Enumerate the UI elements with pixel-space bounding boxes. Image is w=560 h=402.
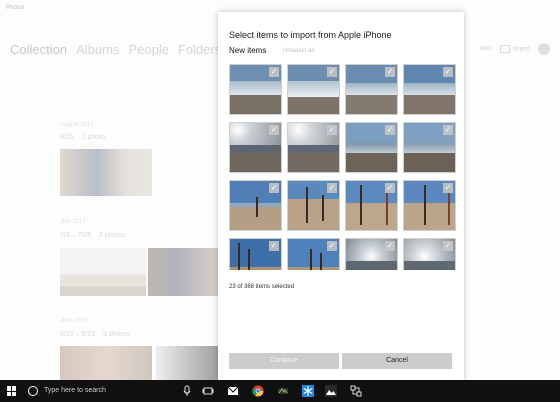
checkmark-icon[interactable]: ✓ [443,241,453,251]
import-photo-item[interactable]: ✓ [403,64,456,115]
cancel-button[interactable]: Cancel [342,353,452,369]
import-photo-item[interactable]: ✓ [287,238,340,270]
checkmark-icon[interactable]: ✓ [269,125,279,135]
import-photo-item[interactable]: ✓ [403,238,456,270]
import-photo-item[interactable]: ✓ [229,180,282,231]
import-photo-item[interactable]: ✓ [287,122,340,173]
import-photo-grid: ✓ ✓ ✓ ✓ ✓ ✓ ✓ ✓ ✓ ✓ ✓ ✓ ✓ ✓ ✓ ✓ [229,64,458,270]
checkmark-icon[interactable]: ✓ [269,183,279,193]
import-photo-item[interactable]: ✓ [345,64,398,115]
import-photo-item[interactable]: ✓ [345,180,398,231]
checkmark-icon[interactable]: ✓ [385,67,395,77]
checkmark-icon[interactable]: ✓ [327,67,337,77]
import-photo-item[interactable]: ✓ [345,238,398,270]
import-photo-item[interactable]: ✓ [345,122,398,173]
dialog-title: Select items to import from Apple iPhone [229,30,392,40]
import-photo-item[interactable]: ✓ [403,122,456,173]
import-photo-item[interactable]: ✓ [229,238,282,270]
checkmark-icon[interactable]: ✓ [385,125,395,135]
import-dialog: Select items to import from Apple iPhone… [218,12,464,380]
unselect-all-link[interactable]: Unselect all [283,48,314,54]
import-photo-item[interactable]: ✓ [287,64,340,115]
new-items-heading: New items [229,46,267,55]
app-icon[interactable] [277,385,289,397]
checkmark-icon[interactable]: ✓ [385,183,395,193]
windows-start-icon[interactable] [7,386,17,396]
checkmark-icon[interactable]: ✓ [269,67,279,77]
taskbar: Type here to search [0,380,560,402]
checkmark-icon[interactable]: ✓ [443,67,453,77]
import-photo-item[interactable]: ✓ [229,122,282,173]
checkmark-icon[interactable]: ✓ [327,183,337,193]
continue-button[interactable]: Continue [229,353,339,369]
snowflake-icon[interactable] [302,385,314,397]
checkmark-icon[interactable]: ✓ [385,241,395,251]
mail-icon[interactable] [227,385,239,397]
task-view-icon[interactable] [202,385,214,397]
microphone-icon[interactable] [181,385,193,397]
import-photo-item[interactable]: ✓ [287,180,340,231]
checkmark-icon[interactable]: ✓ [269,241,279,251]
checkmark-icon[interactable]: ✓ [443,183,453,193]
checkmark-icon[interactable]: ✓ [327,241,337,251]
import-photo-item[interactable]: ✓ [403,180,456,231]
import-photo-item[interactable]: ✓ [229,64,282,115]
network-icon[interactable] [350,385,362,397]
taskbar-search-input[interactable]: Type here to search [44,387,106,394]
selected-count: 23 of 368 items selected [229,284,295,290]
checkmark-icon[interactable]: ✓ [443,125,453,135]
cortana-icon[interactable] [28,386,38,396]
chrome-icon[interactable] [252,385,264,397]
checkmark-icon[interactable]: ✓ [327,125,337,135]
photos-icon[interactable] [325,385,337,397]
